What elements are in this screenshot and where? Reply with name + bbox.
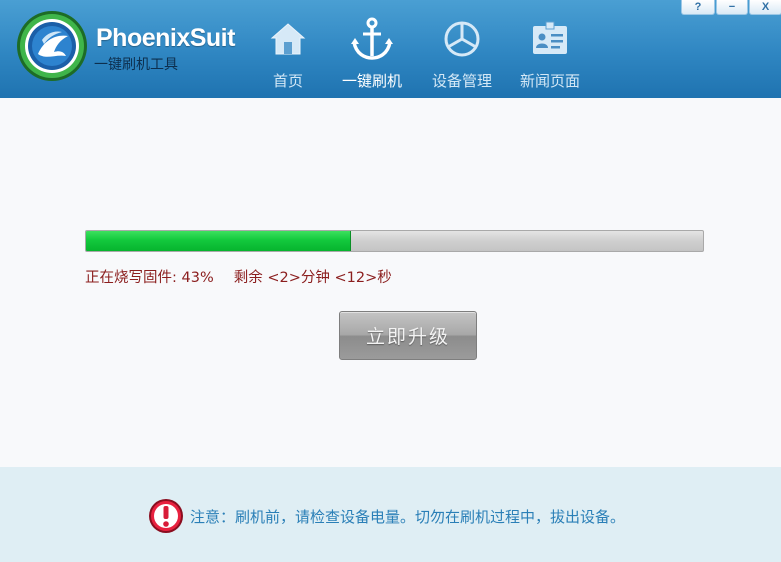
minimize-button[interactable]: − — [716, 0, 748, 15]
nav-item-news[interactable]: 新闻页面 — [516, 0, 584, 98]
news-icon — [527, 16, 573, 62]
nav-item-label: 一键刷机 — [341, 72, 402, 90]
flash-progress-bar — [85, 230, 704, 252]
flash-status-line: 正在烧写固件: 43% 剩余 <2>分钟 <12>秒 — [85, 266, 392, 287]
flash-progress-fill — [86, 231, 352, 251]
warning-icon — [149, 499, 183, 533]
nav-item-flash[interactable]: 一键刷机 — [336, 0, 408, 98]
help-button[interactable]: ? — [681, 0, 715, 15]
app-brand-title: PhoenixSuit — [96, 24, 235, 52]
nav-item-label: 新闻页面 — [519, 72, 580, 90]
nav-item-label: 设备管理 — [431, 72, 492, 90]
home-icon — [265, 16, 311, 62]
close-button[interactable]: X — [749, 0, 781, 15]
flash-status-text: 正在烧写固件: 43% — [85, 270, 214, 286]
upgrade-now-button[interactable]: 立即升级 — [339, 311, 477, 360]
flash-remaining-time: 剩余 <2>分钟 <12>秒 — [233, 270, 392, 286]
notice-text: 注意：刷机前，请检查设备电量。切勿在刷机过程中，拔出设备。 — [190, 508, 626, 526]
phoenix-logo-icon — [17, 11, 87, 81]
nav-item-device[interactable]: 设备管理 — [428, 0, 496, 98]
app-header: PhoenixSuit 一键刷机工具 首页 一键刷机 设备管理 新闻页面 ? −… — [0, 0, 781, 98]
anchor-icon — [349, 16, 395, 62]
device-icon — [439, 16, 485, 62]
nav-item-home[interactable]: 首页 — [262, 0, 314, 98]
app-brand-subtitle: 一键刷机工具 — [94, 57, 178, 73]
nav-item-label: 首页 — [272, 72, 303, 90]
